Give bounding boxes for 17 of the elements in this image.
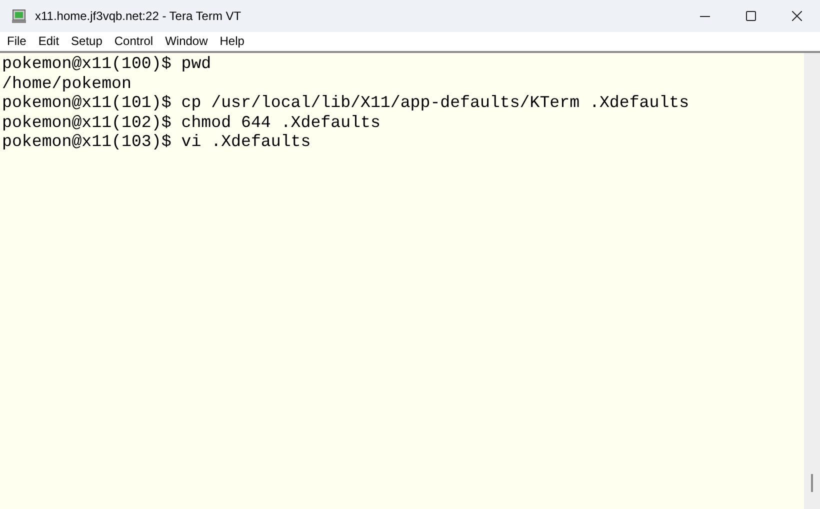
menu-item[interactable]: Window xyxy=(159,32,214,50)
menu-item[interactable]: Edit xyxy=(32,32,66,50)
terminal-line: pokemon@x11(102)$ chmod 644 .Xdefaults xyxy=(1,112,380,132)
terminal-line: pokemon@x11(100)$ pwd xyxy=(1,54,212,74)
window-title: x11.home.jf3vqb.net:22 - Tera Term VT xyxy=(35,8,242,25)
close-icon xyxy=(792,11,802,21)
terminal-line: pokemon@x11(103)$ vi .Xdefaults xyxy=(1,132,311,152)
menu-item[interactable]: Control xyxy=(108,32,160,50)
menu-item[interactable]: Help xyxy=(214,32,250,50)
scrollbar[interactable] xyxy=(804,53,820,509)
maximize-icon xyxy=(746,11,756,21)
scrollbar-thumb[interactable] xyxy=(811,474,813,492)
terminal-icon xyxy=(12,9,26,23)
menu-item[interactable]: Setup xyxy=(65,32,108,50)
terminal-line: pokemon@x11(101)$ cp /usr/local/lib/X11/app-defaults/KTerm .Xdefaults xyxy=(1,93,690,112)
menu-item[interactable]: File xyxy=(1,32,32,50)
terminal-line: /home/pokemon xyxy=(1,74,132,93)
